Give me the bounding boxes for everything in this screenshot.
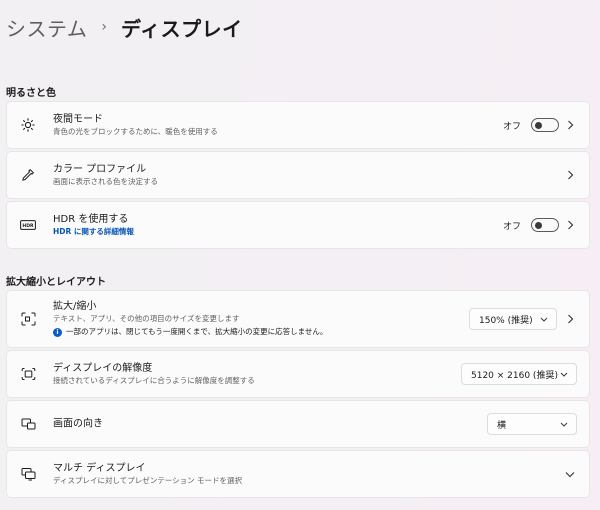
hdr-icon: HDR — [20, 217, 36, 233]
scale-note-text: 一部のアプリは、閉じてもう一度開くまで、拡大縮小の変更に応答しません。 — [66, 327, 328, 336]
chevron-down-icon — [540, 315, 548, 323]
orientation-dropdown-value: 横 — [497, 420, 507, 431]
night-light-toggle-group: オフ — [503, 118, 559, 132]
eyedropper-icon — [20, 167, 36, 183]
scale-dropdown-value: 150% (推奨) — [479, 315, 533, 326]
orientation-title: 画面の向き — [53, 418, 103, 430]
hdr-toggle-label: オフ — [502, 221, 521, 232]
color-profile-subtitle: 画面に表示される色を決定する — [53, 177, 158, 186]
multi-display-title: マルチ ディスプレイ — [53, 463, 146, 474]
orientation-card[interactable]: 画面の向き 横 — [6, 400, 590, 448]
resolution-dropdown[interactable]: 5120 × 2160 (推奨) — [461, 363, 577, 385]
brightness-icon — [20, 117, 36, 133]
resolution-subtitle: 接続されているディスプレイに合うように解像度を調整する — [53, 376, 255, 385]
chevron-down-icon — [560, 370, 568, 378]
resolution-dropdown-value: 5120 × 2160 (推奨) — [471, 370, 558, 381]
resolution-card[interactable]: ディスプレイの解像度 接続されているディスプレイに合うように解像度を調整する 5… — [6, 350, 590, 398]
resolution-title: ディスプレイの解像度 — [53, 363, 153, 374]
hdr-text: HDR を使用する HDR に関する詳細情報 — [53, 213, 134, 237]
hdr-toggle[interactable] — [531, 218, 559, 232]
night-light-text: 夜間モード 青色の光をブロックするために、暖色を使用する — [53, 113, 218, 137]
resolution-icon — [20, 366, 36, 382]
page-title: ディスプレイ — [121, 16, 243, 41]
color-profile-title: カラー プロファイル — [53, 164, 147, 175]
night-light-title: 夜間モード — [53, 114, 103, 125]
breadcrumb-system-link[interactable]: システム — [6, 13, 87, 42]
hdr-toggle-group: オフ — [503, 218, 559, 232]
multi-display-card[interactable]: マルチ ディスプレイ ディスプレイに対してプレゼンテーション モードを選択 — [6, 450, 590, 498]
hdr-card[interactable]: HDR HDR を使用する HDR に関する詳細情報 オフ — [6, 201, 590, 249]
night-light-subtitle: 青色の光をブロックするために、暖色を使用する — [53, 127, 218, 136]
chevron-down-icon — [560, 420, 568, 428]
scale-dropdown[interactable]: 150% (推奨) — [469, 308, 557, 330]
section-title-brightness: 明るさと色 — [6, 88, 56, 99]
night-light-toggle-label: オフ — [502, 121, 521, 132]
resolution-text: ディスプレイの解像度 接続されているディスプレイに合うように解像度を調整する — [53, 362, 255, 386]
chevron-right-icon[interactable] — [565, 220, 575, 230]
chevron-down-icon[interactable] — [565, 469, 575, 479]
scale-subtitle: テキスト、アプリ、その他の項目のサイズを変更します — [53, 314, 240, 323]
toggle-knob — [535, 121, 542, 129]
hdr-title: HDR を使用する — [53, 214, 129, 225]
toggle-knob — [535, 221, 542, 229]
breadcrumb-separator: › — [101, 19, 108, 35]
scale-icon — [20, 311, 36, 327]
night-light-toggle[interactable] — [531, 118, 559, 132]
scale-text: 拡大/縮小 テキスト、アプリ、その他の項目のサイズを変更します i 一部のアプリ… — [53, 300, 327, 338]
hdr-learn-more-link[interactable]: HDR に関する詳細情報 — [53, 226, 134, 237]
night-light-card[interactable]: 夜間モード 青色の光をブロックするために、暖色を使用する オフ — [6, 101, 590, 149]
svg-text:HDR: HDR — [22, 223, 34, 229]
scale-card[interactable]: 拡大/縮小 テキスト、アプリ、その他の項目のサイズを変更します i 一部のアプリ… — [6, 290, 590, 348]
chevron-right-icon[interactable] — [565, 170, 575, 180]
multi-display-text: マルチ ディスプレイ ディスプレイに対してプレゼンテーション モードを選択 — [53, 462, 242, 486]
scale-note: i 一部のアプリは、閉じてもう一度開くまで、拡大縮小の変更に応答しません。 — [53, 326, 327, 338]
multi-display-subtitle: ディスプレイに対してプレゼンテーション モードを選択 — [53, 476, 242, 485]
orientation-dropdown[interactable]: 横 — [487, 413, 577, 435]
color-profile-text: カラー プロファイル 画面に表示される色を決定する — [53, 163, 158, 187]
chevron-right-icon[interactable] — [565, 120, 575, 130]
multi-display-icon — [20, 466, 36, 482]
breadcrumb: システム › ディスプレイ — [6, 12, 243, 42]
chevron-right-icon[interactable] — [565, 314, 575, 324]
orientation-text: 画面の向き — [53, 418, 103, 431]
orientation-icon — [20, 416, 36, 432]
info-icon: i — [53, 327, 62, 337]
section-title-scale-layout: 拡大縮小とレイアウト — [6, 277, 106, 288]
scale-title: 拡大/縮小 — [53, 301, 97, 312]
color-profile-card[interactable]: カラー プロファイル 画面に表示される色を決定する — [6, 151, 590, 199]
